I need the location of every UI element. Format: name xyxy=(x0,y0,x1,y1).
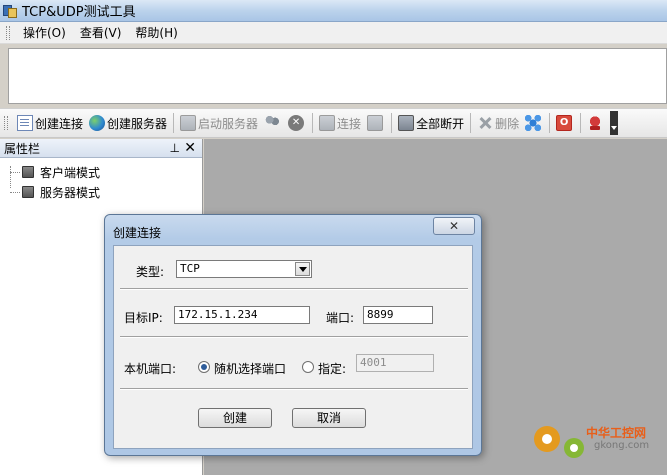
type-label: 类型: xyxy=(136,265,165,279)
power-icon: O xyxy=(556,115,573,131)
mode-tree: 客户端模式 服务器模式 xyxy=(0,158,202,202)
disconnect-all-icon xyxy=(398,115,415,131)
cancel-button[interactable]: 取消 xyxy=(292,408,366,428)
disconnect-icon xyxy=(367,115,384,131)
gear-icon xyxy=(564,438,584,458)
toolbar-separator xyxy=(549,113,551,133)
type-select-value: TCP xyxy=(180,262,200,275)
top-input-area[interactable] xyxy=(8,48,667,104)
stop-button[interactable]: ✕ xyxy=(285,111,309,135)
disconnect-all-button[interactable]: 全部断开 xyxy=(395,111,467,135)
dialog-title: 创建连接 xyxy=(113,226,162,240)
specify-port-field[interactable]: 4001 xyxy=(356,354,434,372)
disconnect-all-label: 全部断开 xyxy=(416,116,465,131)
users-button[interactable] xyxy=(261,111,285,135)
tree-item-server[interactable]: 服务器模式 xyxy=(0,182,202,202)
power-button[interactable]: O xyxy=(553,111,577,135)
server-icon xyxy=(180,115,197,131)
computer-icon xyxy=(22,186,34,198)
watermark-logo: 中华工控网 gkong.com xyxy=(530,420,667,475)
panel-header: 属性栏 ⊥ ✕ xyxy=(0,139,202,158)
users-icon xyxy=(264,115,281,131)
connect-label: 连接 xyxy=(337,116,362,131)
create-button[interactable]: 创建 xyxy=(198,408,272,428)
pin-icon[interactable]: ⊥ xyxy=(170,141,180,155)
tree-item-client[interactable]: 客户端模式 xyxy=(0,162,202,182)
panel-title: 属性栏 xyxy=(4,141,41,156)
menu-view[interactable]: 查看(V) xyxy=(73,22,129,43)
tree-item-label: 客户端模式 xyxy=(40,165,101,180)
connect-button[interactable]: 连接 xyxy=(316,111,364,135)
menu-bar: 操作(O) 查看(V) 帮助(H) xyxy=(0,22,667,44)
port-field[interactable]: 8899 xyxy=(363,306,433,324)
local-port-label: 本机端口: xyxy=(124,362,177,376)
toolbar-separator xyxy=(470,113,472,133)
delete-button[interactable]: 删除 xyxy=(474,111,522,135)
specify-port-radio[interactable] xyxy=(302,361,314,373)
create-server-button[interactable]: 创建服务器 xyxy=(86,111,170,135)
port-label: 端口: xyxy=(326,311,355,325)
connect-icon xyxy=(319,115,336,131)
create-connection-label: 创建连接 xyxy=(35,116,84,131)
divider xyxy=(120,288,468,290)
dialog-body: 类型: TCP 目标IP: 172.15.1.234 端口: 8899 本机端口… xyxy=(113,245,473,449)
toolbar: 创建连接 创建服务器 启动服务器 ✕ 连接 全部断开 删除 O xyxy=(0,108,667,138)
watermark-cn: 中华工控网 xyxy=(586,426,647,440)
title-bar: TCP&UDP测试工具 xyxy=(0,0,667,22)
divider xyxy=(120,388,468,390)
menu-operate[interactable]: 操作(O) xyxy=(16,22,73,43)
divider xyxy=(120,336,468,338)
exit-icon xyxy=(587,115,604,131)
create-connection-dialog: 创建连接 ✕ 类型: TCP 目标IP: 172.15.1.234 端口: 88… xyxy=(104,214,482,456)
toolbar-grip xyxy=(4,116,8,130)
random-port-radio[interactable] xyxy=(198,361,210,373)
gear-icon xyxy=(534,426,560,452)
create-connection-button[interactable]: 创建连接 xyxy=(14,111,86,135)
app-icon xyxy=(2,3,18,19)
tree-item-label: 服务器模式 xyxy=(40,185,101,200)
target-ip-field[interactable]: 172.15.1.234 xyxy=(174,306,310,324)
new-page-icon xyxy=(17,115,33,131)
computer-icon xyxy=(22,166,34,178)
globe-icon xyxy=(89,115,106,131)
menu-help[interactable]: 帮助(H) xyxy=(128,22,184,43)
menu-grip xyxy=(6,25,10,40)
close-icon[interactable]: ✕ xyxy=(184,140,196,156)
chevron-down-icon[interactable] xyxy=(295,262,310,276)
window-title: TCP&UDP测试工具 xyxy=(22,5,136,20)
random-port-label: 随机选择端口 xyxy=(214,362,287,376)
specify-label: 指定: xyxy=(318,362,347,376)
network-icon xyxy=(525,115,542,131)
watermark-en: gkong.com xyxy=(594,440,650,451)
network-button[interactable] xyxy=(522,111,546,135)
exit-button[interactable] xyxy=(584,111,608,135)
toolbar-separator xyxy=(580,113,582,133)
toolbar-separator xyxy=(312,113,314,133)
create-server-label: 创建服务器 xyxy=(107,116,168,131)
toolbar-separator xyxy=(391,113,393,133)
target-ip-label: 目标IP: xyxy=(124,311,163,325)
type-select[interactable]: TCP xyxy=(176,260,312,278)
stop-circle-icon: ✕ xyxy=(288,115,305,131)
start-server-button[interactable]: 启动服务器 xyxy=(177,111,261,135)
toolbar-separator xyxy=(173,113,175,133)
delete-label: 删除 xyxy=(495,116,520,131)
delete-icon xyxy=(477,115,493,131)
start-server-label: 启动服务器 xyxy=(198,116,259,131)
toolbar-overflow-chevron-icon[interactable] xyxy=(610,111,619,135)
disconnect-button[interactable] xyxy=(364,111,388,135)
dialog-close-button[interactable]: ✕ xyxy=(433,217,475,235)
